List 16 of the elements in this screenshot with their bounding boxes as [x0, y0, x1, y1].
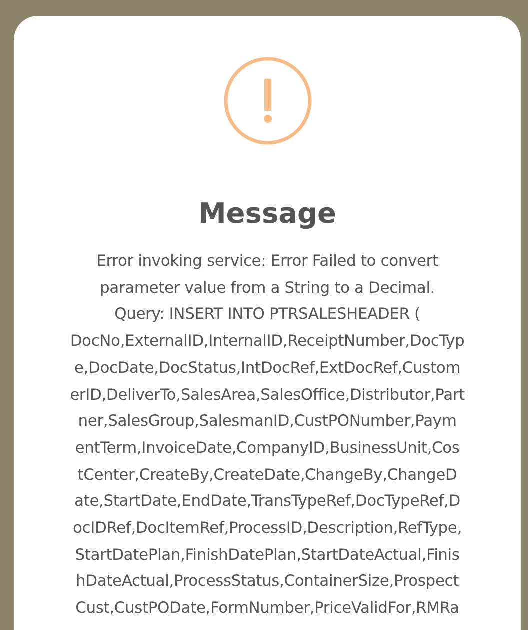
error-message-line: hDateActual,ProcessStatus,ContainerSize,Prospect — [76, 571, 459, 592]
error-message-line: DocNo,ExternalID,InternalID,ReceiptNumber,DocTyp — [70, 331, 465, 352]
error-message-line: ner,SalesGroup,SalesmanID,CustPONumber,Paym — [78, 411, 457, 432]
error-message-line: Error invoking service: Error Failed to convert — [96, 251, 438, 272]
error-message-line: ate,StartDate,EndDate,TransTypeRef,DocTypeRef,D — [74, 491, 460, 512]
warning-icon — [224, 57, 312, 145]
error-message-line: entTerm,InvoiceDate,CompanyID,BusinessUnit,Cos — [75, 438, 460, 459]
error-message-line: tCenter,CreateBy,CreateDate,ChangeBy,ChangeD — [78, 464, 458, 486]
error-message-line: Cust,CustPODate,FormNumber,PriceValidFor,RMRa — [76, 598, 460, 620]
dialog-title: Message — [198, 197, 337, 230]
error-message-line: erID,DeliverTo,SalesArea,SalesOffice,Distributor,Part — [70, 384, 465, 406]
error-message-line: StartDatePlan,FinishDatePlan,StartDateActual,Finis — [75, 544, 460, 566]
error-message-line: e,DocDate,DocStatus,IntDocRef,ExtDocRef,Custom — [74, 358, 461, 379]
error-message-line: ocIDRef,DocItemRef,ProcessID,Description,RefType, — [73, 518, 462, 540]
error-message-line: parameter value from a String to a Decimal. — [100, 278, 436, 299]
error-message-line: Query: INSERT INTO PTRSALESHEADER ( — [114, 304, 420, 326]
